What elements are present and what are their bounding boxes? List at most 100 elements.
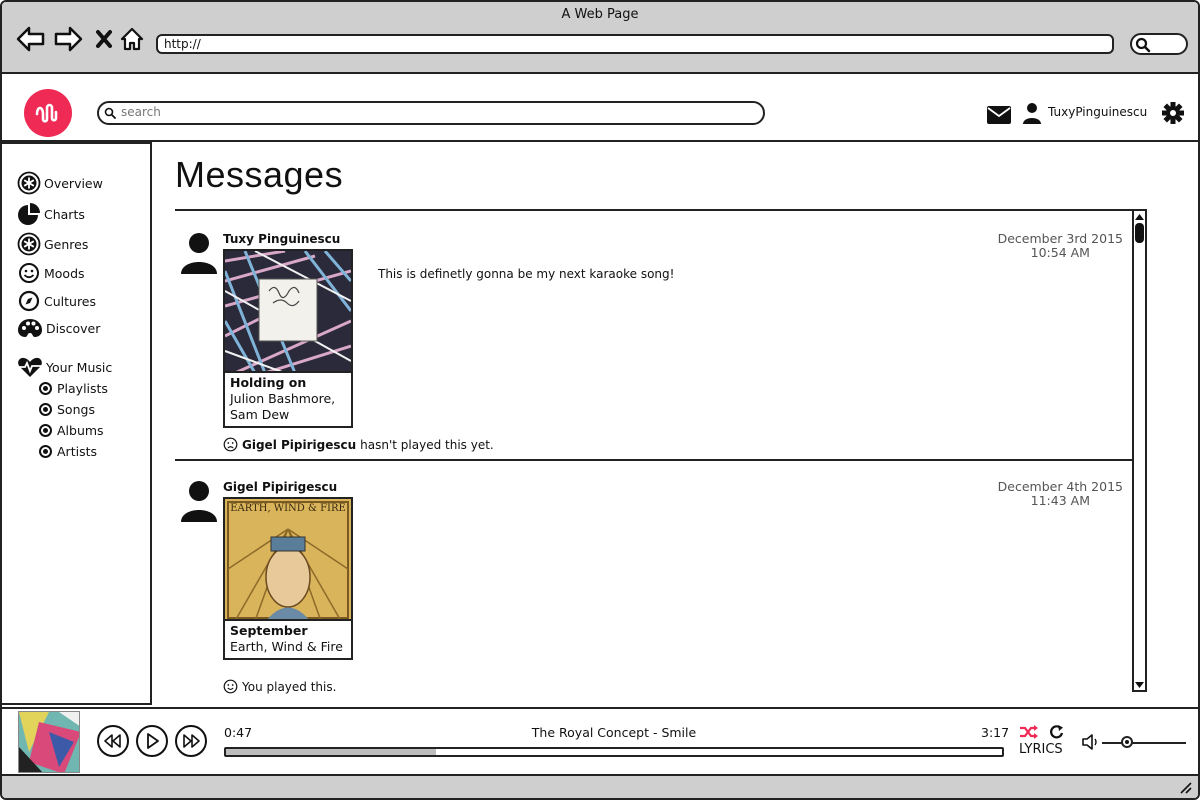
song-artist: Julion Bashmore, [230, 391, 336, 406]
forward-arrow-icon [54, 26, 83, 52]
message-sender[interactable]: Tuxy Pinguinescu [223, 232, 340, 246]
sidebar-item-overview[interactable]: Overview [17, 171, 103, 195]
username-label[interactable]: TuxyPinguinescu [1048, 105, 1147, 119]
now-playing-cover[interactable] [18, 711, 80, 773]
fast-forward-button[interactable] [175, 725, 207, 757]
browser-window: A Web Page http:// search TuxyPinguinesc… [0, 0, 1200, 800]
app-logo[interactable] [24, 89, 72, 137]
home-icon [120, 27, 144, 51]
song-title: Holding on [230, 375, 307, 390]
search-icon [1135, 37, 1151, 53]
song-card[interactable]: EARTH, WIND & FIRE September Earth, Wind… [223, 497, 353, 660]
back-button[interactable] [16, 24, 46, 54]
progress-bar[interactable] [224, 747, 1004, 757]
message-divider [175, 459, 1133, 461]
scroll-down-button[interactable] [1134, 679, 1145, 690]
sidebar-item-label: Discover [46, 320, 101, 336]
forward-button[interactable] [53, 24, 83, 54]
current-time: 0:47 [224, 725, 253, 740]
rewind-button[interactable] [97, 725, 129, 757]
song-title: September [230, 623, 308, 638]
message-sender[interactable]: Gigel Pipirigescu [223, 480, 337, 494]
play-status: Gigel Pipirigescu hasn't played this yet… [223, 437, 494, 452]
user-icon[interactable] [1022, 102, 1042, 124]
radio-dot-icon [39, 403, 52, 416]
song-card-meta: Holding on Julion Bashmore, Sam Dew [225, 373, 351, 426]
search-input[interactable]: search [97, 101, 765, 125]
browser-statusbar [2, 774, 1198, 798]
album-art: EARTH, WIND & FIRE [225, 499, 351, 621]
sidebar-item-playlists[interactable]: Playlists [39, 381, 108, 396]
triangle-up-icon [1135, 213, 1144, 220]
song-card[interactable]: Holding on Julion Bashmore, Sam Dew [223, 249, 353, 428]
sidebar-item-artists[interactable]: Artists [39, 444, 97, 459]
asterisk-circle-icon [17, 232, 41, 256]
message-timestamp: December 3rd 2015 10:54 AM [998, 232, 1123, 260]
palette-icon [18, 319, 42, 337]
music-player: The Royal Concept - Smile 0:47 3:17 LYRI… [2, 707, 1198, 774]
message-scrollbar[interactable] [1132, 209, 1147, 692]
message-date: December 3rd 2015 [997, 231, 1123, 246]
track-title: The Royal Concept - Smile [531, 725, 697, 740]
scroll-thumb[interactable] [1135, 223, 1144, 243]
sidebar-item-cultures[interactable]: Cultures [17, 290, 96, 312]
repeat-icon[interactable] [1049, 724, 1065, 740]
sidebar-item-label: Charts [44, 206, 85, 222]
sidebar-item-genres[interactable]: Genres [17, 232, 88, 256]
home-button[interactable] [117, 24, 147, 54]
volume-knob[interactable] [1121, 736, 1133, 748]
play-status: You played this. [223, 679, 336, 694]
sidebar-item-moods[interactable]: Moods [17, 262, 85, 284]
sad-face-icon [223, 437, 238, 452]
song-artist: Earth, Wind & Fire [230, 639, 343, 654]
message-time: 11:43 AM [1030, 493, 1090, 508]
gear-icon[interactable] [1162, 102, 1184, 124]
browser-search-field[interactable] [1130, 33, 1188, 55]
close-icon [96, 30, 112, 48]
sidebar-item-label: Genres [44, 236, 89, 252]
mail-icon[interactable] [987, 106, 1011, 124]
scroll-up-button[interactable] [1134, 211, 1145, 222]
message-text: This is definetly gonna be my next karao… [378, 267, 675, 281]
album-art [225, 251, 351, 373]
musically-logo-icon [35, 103, 58, 123]
progress-fill [226, 749, 436, 755]
total-time: 3:17 [981, 725, 1010, 740]
heartbeat-icon [18, 357, 42, 377]
volume-icon[interactable] [1082, 734, 1100, 750]
sidebar-item-songs[interactable]: Songs [39, 402, 95, 417]
pie-chart-icon [18, 203, 40, 225]
sidebar-subitem-label: Artists [57, 444, 97, 459]
search-icon [104, 107, 116, 119]
radio-dot-icon [39, 445, 52, 458]
album-art-image [225, 499, 351, 619]
lyrics-button[interactable]: LYRICS [1019, 742, 1063, 757]
message-time: 10:54 AM [1030, 245, 1090, 260]
sidebar: Overview Charts Genres Moods Cultures Di… [2, 142, 152, 705]
sidebar-item-your-music[interactable]: Your Music [17, 356, 112, 378]
smiley-icon [19, 263, 39, 283]
play-status-user[interactable]: Gigel Pipirigescu [242, 438, 356, 452]
sidebar-item-charts[interactable]: Charts [17, 202, 85, 226]
user-avatar-icon[interactable] [179, 232, 219, 274]
volume-track[interactable] [1102, 742, 1186, 744]
compass-icon [18, 290, 40, 312]
stop-button[interactable] [89, 24, 119, 54]
album-art-image [225, 251, 351, 371]
play-button[interactable] [136, 725, 168, 757]
sidebar-item-albums[interactable]: Albums [39, 423, 104, 438]
play-status-text: You played this. [242, 679, 337, 694]
message-timestamp: December 4th 2015 11:43 AM [998, 480, 1123, 508]
resize-grip-icon[interactable] [1178, 780, 1192, 794]
title-divider [175, 209, 1133, 211]
play-icon [147, 733, 159, 749]
user-avatar-icon[interactable] [179, 480, 219, 522]
sidebar-subitem-label: Songs [57, 402, 95, 417]
sidebar-item-discover[interactable]: Discover [17, 317, 100, 339]
url-bar[interactable]: http:// [156, 34, 1114, 54]
message-list: Tuxy Pinguinescu December 3rd 2015 10:54… [175, 212, 1133, 705]
fast-forward-icon [183, 734, 200, 748]
back-arrow-icon [16, 26, 45, 52]
radio-dot-icon [39, 424, 52, 437]
shuffle-icon[interactable] [1019, 724, 1039, 740]
